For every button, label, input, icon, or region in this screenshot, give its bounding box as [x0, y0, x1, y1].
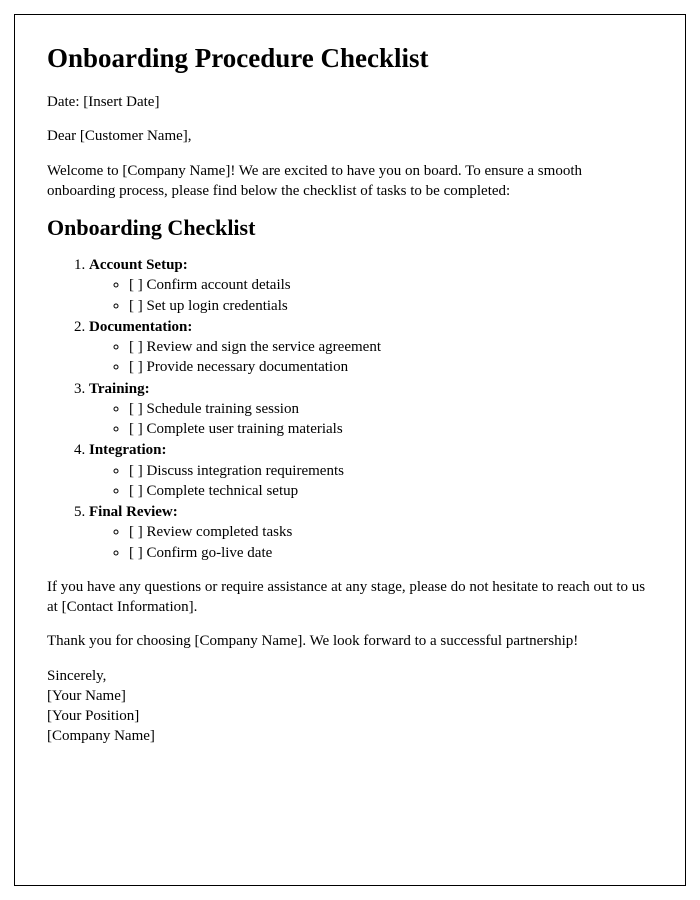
section-items: [ ] Discuss integration requirements [ ]…: [89, 461, 653, 502]
signature-block: Sincerely, [Your Name] [Your Position] […: [47, 666, 653, 747]
signature-name: [Your Name]: [47, 686, 653, 706]
checklist-item: [ ] Set up login credentials: [129, 296, 653, 316]
section-title: Account Setup:: [89, 257, 188, 273]
checklist-item: [ ] Schedule training session: [129, 399, 653, 419]
checklist-item: [ ] Review completed tasks: [129, 522, 653, 542]
section-items: [ ] Review and sign the service agreemen…: [89, 337, 653, 378]
section-items: [ ] Schedule training session [ ] Comple…: [89, 399, 653, 440]
checklist-section: Final Review: [ ] Review completed tasks…: [89, 502, 653, 563]
checklist-item: [ ] Confirm account details: [129, 275, 653, 295]
checklist-item: [ ] Complete user training materials: [129, 419, 653, 439]
checklist-section: Account Setup: [ ] Confirm account detai…: [89, 255, 653, 316]
page-title: Onboarding Procedure Checklist: [47, 43, 653, 74]
section-title: Integration:: [89, 442, 167, 458]
checklist-item: [ ] Complete technical setup: [129, 481, 653, 501]
checklist-section: Integration: [ ] Discuss integration req…: [89, 440, 653, 501]
checklist-heading: Onboarding Checklist: [47, 215, 653, 241]
section-title: Training:: [89, 381, 150, 397]
checklist-item: [ ] Discuss integration requirements: [129, 461, 653, 481]
signature-position: [Your Position]: [47, 706, 653, 726]
document-container: Onboarding Procedure Checklist Date: [In…: [14, 14, 686, 886]
signature-company: [Company Name]: [47, 726, 653, 746]
section-title: Final Review:: [89, 504, 178, 520]
signature-closing: Sincerely,: [47, 666, 653, 686]
checklist-ordered-list: Account Setup: [ ] Confirm account detai…: [47, 255, 653, 563]
assistance-paragraph: If you have any questions or require ass…: [47, 577, 653, 618]
checklist-item: [ ] Provide necessary documentation: [129, 357, 653, 377]
greeting-line: Dear [Customer Name],: [47, 126, 653, 146]
checklist-section: Training: [ ] Schedule training session …: [89, 379, 653, 440]
intro-paragraph: Welcome to [Company Name]! We are excite…: [47, 161, 653, 202]
section-items: [ ] Review completed tasks [ ] Confirm g…: [89, 522, 653, 563]
checklist-item: [ ] Review and sign the service agreemen…: [129, 337, 653, 357]
checklist-item: [ ] Confirm go-live date: [129, 543, 653, 563]
section-items: [ ] Confirm account details [ ] Set up l…: [89, 275, 653, 316]
date-line: Date: [Insert Date]: [47, 92, 653, 112]
thanks-paragraph: Thank you for choosing [Company Name]. W…: [47, 631, 653, 651]
checklist-section: Documentation: [ ] Review and sign the s…: [89, 317, 653, 378]
section-title: Documentation:: [89, 319, 192, 335]
